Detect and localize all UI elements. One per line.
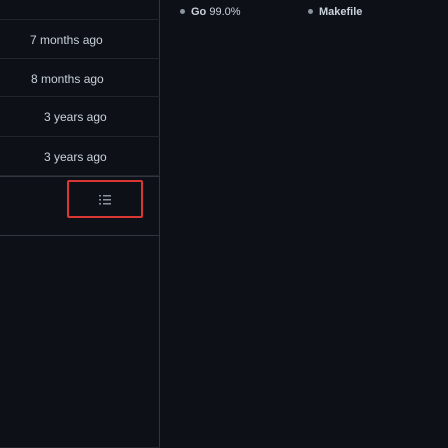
updated-time: 8 months ago — [31, 72, 104, 86]
language-makefile[interactable]: Makefile — [308, 6, 362, 18]
list-icon — [99, 195, 111, 205]
list-item[interactable] — [0, 0, 160, 20]
updated-time: 7 months ago — [30, 33, 103, 47]
repo-list: 7 months ago 8 months ago 3 years ago 3 … — [0, 0, 160, 448]
language-percent: 99.0% — [209, 6, 241, 18]
empty-panel — [0, 236, 160, 448]
language-dot-icon — [180, 8, 185, 14]
list-view-button[interactable] — [67, 180, 143, 218]
updated-time: 3 years ago — [44, 150, 107, 164]
languages-bar: Go 99.0% Makefile — [160, 0, 448, 448]
list-item[interactable]: 3 years ago — [0, 97, 160, 137]
language-dot-icon — [308, 8, 313, 14]
list-item[interactable]: 7 months ago — [0, 20, 160, 59]
language-go[interactable]: Go 99.0% — [180, 6, 241, 18]
updated-time: 3 years ago — [44, 110, 107, 124]
language-name: Go — [191, 6, 207, 18]
language-name: Makefile — [319, 6, 363, 18]
list-item[interactable]: 8 months ago — [0, 59, 160, 97]
list-item[interactable]: 3 years ago — [0, 137, 160, 176]
page: 7 months ago 8 months ago 3 years ago 3 … — [0, 0, 448, 448]
